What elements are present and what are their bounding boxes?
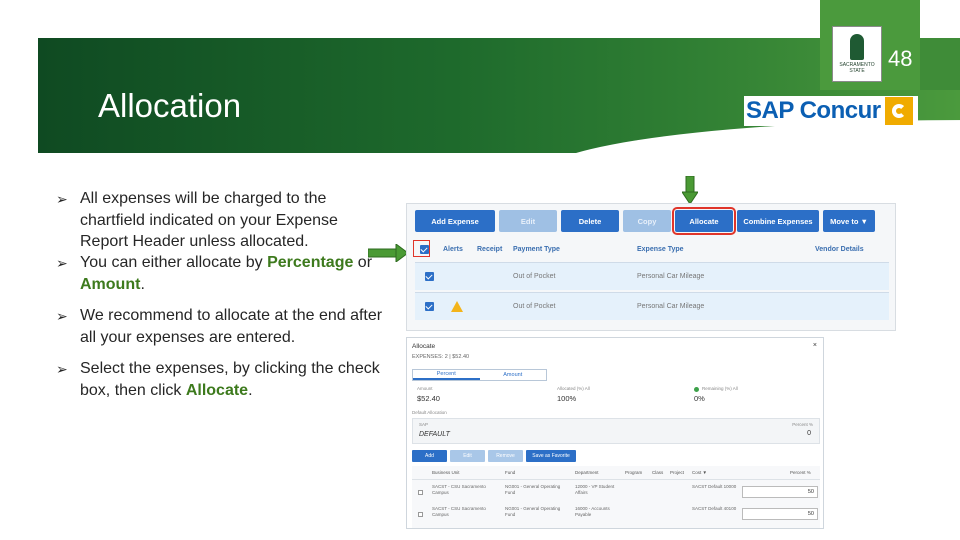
fund-cell: NG001 - General Operating Fund bbox=[505, 484, 561, 495]
slide-number: 48 bbox=[888, 46, 913, 71]
bullet-item: ➢ You can either allocate by Percentage … bbox=[56, 254, 373, 293]
highlight-amount: Amount bbox=[80, 275, 141, 293]
edit-button[interactable]: Edit bbox=[450, 450, 485, 462]
seal-text: SACRAMENTO STATE bbox=[839, 62, 875, 74]
right-arrow-icon bbox=[368, 244, 408, 262]
default-allocation-label: Default Allocation bbox=[412, 410, 447, 415]
business-unit-cell: SACST - CSU Sacramento Campus bbox=[432, 506, 486, 517]
allocated-label: Allocated (%) All bbox=[557, 386, 590, 391]
allocation-grid: Business Unit Fund Department Program Cl… bbox=[412, 466, 820, 528]
expense-list-screenshot: Add Expense Edit Delete Copy Allocate Co… bbox=[406, 203, 896, 331]
concur-logo-text: SAP Concur bbox=[746, 97, 881, 124]
select-all-checkbox[interactable] bbox=[420, 245, 429, 254]
remaining-label: Remaining (%) All bbox=[702, 386, 738, 391]
expense-grid-header: Alerts Receipt Payment Type Expense Type… bbox=[415, 240, 889, 260]
allocated-value: 100% bbox=[557, 394, 577, 403]
edit-button[interactable]: Edit bbox=[499, 210, 557, 232]
column-percent[interactable]: Percent % bbox=[790, 470, 811, 475]
allocate-button[interactable]: Allocate bbox=[672, 207, 736, 235]
arrow-bullet-icon: ➢ bbox=[56, 255, 68, 271]
remaining-value: 0% bbox=[694, 394, 705, 403]
column-program[interactable]: Program bbox=[625, 470, 642, 475]
add-expense-button[interactable]: Add Expense bbox=[415, 210, 495, 232]
status-dot-icon bbox=[694, 387, 699, 392]
slide-title: Allocation bbox=[98, 87, 242, 124]
expense-type-cell: Personal Car Mileage bbox=[637, 303, 705, 310]
combine-expenses-button[interactable]: Combine Expenses bbox=[737, 210, 819, 232]
column-fund[interactable]: Fund bbox=[505, 470, 515, 475]
allocate-dialog-screenshot: Allocate × EXPENSES: 2 | $52.40 Percent … bbox=[406, 337, 824, 529]
table-row[interactable]: SACST - CSU Sacramento Campus NG001 - Ge… bbox=[412, 506, 820, 526]
bullet-item: ➢ We recommend to allocate at the end af… bbox=[56, 307, 383, 346]
cost-cell: SACST Default 10000 bbox=[692, 484, 737, 489]
row-checkbox[interactable] bbox=[418, 490, 423, 495]
column-class[interactable]: Class bbox=[652, 470, 663, 475]
warning-icon[interactable] bbox=[451, 301, 463, 312]
university-seal-logo: SACRAMENTO STATE bbox=[832, 26, 882, 82]
bullet-item: ➢ Select the expenses, by clicking the c… bbox=[56, 360, 380, 399]
dialog-title: Allocate bbox=[412, 343, 436, 350]
add-button[interactable]: Add bbox=[412, 450, 447, 462]
tab-percent[interactable]: Percent bbox=[413, 370, 480, 380]
column-alerts[interactable]: Alerts bbox=[443, 246, 463, 253]
expense-type-cell: Personal Car Mileage bbox=[637, 273, 705, 280]
payment-type-cell: Out of Pocket bbox=[513, 273, 556, 280]
column-business-unit[interactable]: Business Unit bbox=[432, 470, 460, 475]
percent-value: 0 bbox=[807, 430, 811, 437]
column-receipt[interactable]: Receipt bbox=[477, 246, 502, 253]
table-row[interactable]: Out of Pocket Personal Car Mileage bbox=[415, 262, 889, 290]
concur-c-icon bbox=[884, 97, 913, 125]
highlight-allocate: Allocate bbox=[185, 381, 249, 399]
corner-accent-strip bbox=[920, 38, 960, 90]
tab-amount[interactable]: Amount bbox=[480, 370, 547, 380]
business-unit-cell: SACST - CSU Sacramento Campus bbox=[432, 484, 486, 495]
arrow-bullet-icon: ➢ bbox=[56, 191, 68, 207]
highlight-percentage: Percentage bbox=[267, 254, 354, 271]
row-checkbox[interactable] bbox=[418, 512, 423, 517]
bullet-list: ➢ All expenses will be charged to the ch… bbox=[56, 188, 386, 401]
sap-label: SAP bbox=[419, 422, 429, 427]
table-row[interactable]: SACST - CSU Sacramento Campus NG001 - Ge… bbox=[412, 484, 820, 504]
sap-value: DEFAULT bbox=[419, 431, 450, 438]
remove-button[interactable]: Remove bbox=[488, 450, 523, 462]
column-payment-type[interactable]: Payment Type bbox=[513, 246, 560, 253]
move-to-dropdown[interactable]: Move to ▼ bbox=[823, 210, 875, 232]
tree-icon bbox=[850, 34, 864, 60]
fund-cell: NG001 - General Operating Fund bbox=[505, 506, 561, 517]
sap-concur-logo: SAP Concur bbox=[744, 96, 918, 126]
delete-button[interactable]: Delete bbox=[561, 210, 619, 232]
row-checkbox[interactable] bbox=[425, 272, 434, 281]
column-department[interactable]: Department bbox=[575, 470, 599, 475]
copy-button[interactable]: Copy bbox=[623, 210, 671, 232]
cost-cell: SACST Default 40100 bbox=[692, 506, 737, 511]
dialog-subtitle: EXPENSES: 2 | $52.40 bbox=[412, 354, 470, 360]
column-cost[interactable]: Cost ▼ bbox=[692, 470, 707, 475]
allocation-summary: Amount $52.40 Allocated (%) All 100% Rem… bbox=[412, 386, 820, 408]
table-row[interactable]: Out of Pocket Personal Car Mileage bbox=[415, 292, 889, 320]
department-cell: 12000 - VP Student Affairs bbox=[575, 484, 615, 495]
default-allocation-row: SAP DEFAULT Percent % 0 bbox=[412, 418, 820, 444]
amount-label: Amount bbox=[417, 386, 433, 391]
percent-input[interactable]: 50 bbox=[742, 508, 818, 520]
amount-value: $52.40 bbox=[417, 394, 440, 403]
allocation-mode-tabs: Percent Amount bbox=[412, 369, 547, 381]
save-favorite-button[interactable]: Save as Favorite bbox=[526, 450, 576, 462]
payment-type-cell: Out of Pocket bbox=[513, 303, 556, 310]
column-project[interactable]: Project bbox=[670, 470, 684, 475]
allocation-grid-header: Business Unit Fund Department Program Cl… bbox=[412, 466, 820, 480]
column-expense-type[interactable]: Expense Type bbox=[637, 246, 684, 253]
dialog-toolbar: Add Edit Remove Save as Favorite bbox=[412, 450, 576, 462]
bullet-item: ➢ All expenses will be charged to the ch… bbox=[56, 190, 338, 250]
expense-toolbar: Add Expense Edit Delete Copy Allocate Co… bbox=[415, 207, 875, 235]
arrow-bullet-icon: ➢ bbox=[56, 308, 68, 324]
percent-input[interactable]: 50 bbox=[742, 486, 818, 498]
department-cell: 16000 - Accounts Payable bbox=[575, 506, 610, 517]
arrow-bullet-icon: ➢ bbox=[56, 361, 68, 377]
close-icon[interactable]: × bbox=[813, 342, 817, 349]
down-arrow-icon bbox=[682, 176, 698, 204]
row-checkbox[interactable] bbox=[425, 302, 434, 311]
percent-label: Percent % bbox=[792, 422, 813, 427]
column-vendor-details[interactable]: Vendor Details bbox=[815, 246, 864, 253]
